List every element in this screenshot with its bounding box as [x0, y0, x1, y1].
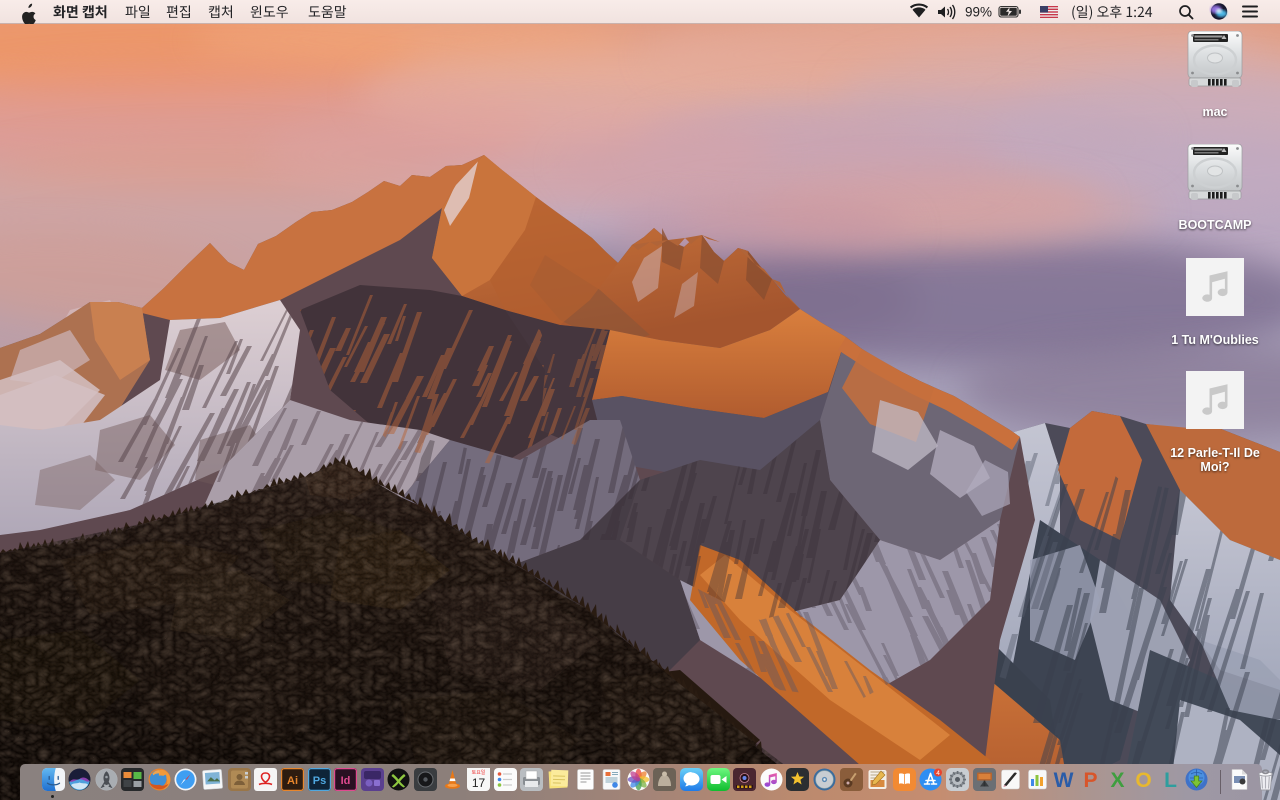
svg-text:O: O: [1135, 769, 1151, 791]
svg-text:X: X: [1110, 769, 1124, 791]
svg-text:99%: 99%: [965, 5, 992, 20]
svg-text:17: 17: [472, 776, 486, 790]
svg-text:Ps: Ps: [313, 775, 326, 787]
svg-text:W: W: [1054, 769, 1074, 791]
svg-text:Id: Id: [341, 775, 351, 787]
svg-text:P: P: [1083, 769, 1097, 791]
svg-text:Ai: Ai: [287, 775, 298, 787]
svg-text:토요일: 토요일: [472, 769, 486, 776]
svg-text:4: 4: [936, 770, 940, 777]
svg-text:L: L: [1164, 769, 1177, 791]
